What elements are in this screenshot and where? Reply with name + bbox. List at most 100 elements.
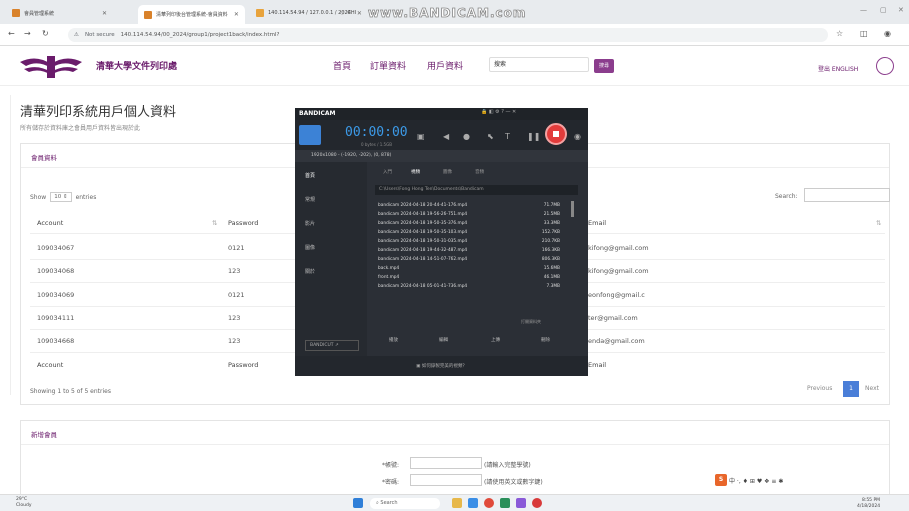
webcam-icon[interactable]: ▣	[417, 132, 425, 141]
screen-mode-icon[interactable]	[299, 125, 321, 145]
extensions-icon[interactable]: ◫	[860, 29, 868, 38]
back-icon[interactable]: ←	[8, 29, 15, 38]
sidebar-item-video[interactable]: 影片	[305, 220, 315, 227]
cell-email: kifong@gmail.com	[588, 244, 649, 252]
delete-button[interactable]: 刪除	[541, 337, 550, 343]
forward-icon[interactable]: →	[24, 29, 31, 38]
file-actions: 播放 編輯 上傳 刪除	[371, 333, 583, 347]
page-length-value: 10	[54, 194, 62, 200]
file-size: 21.5MB	[543, 212, 560, 217]
speaker-icon[interactable]: ◀	[443, 132, 449, 141]
file-size: 71.7MB	[543, 203, 560, 208]
sogou-ime-icon[interactable]: S	[715, 474, 727, 486]
logout-language-links[interactable]: 登出 ENGLISH	[818, 64, 858, 73]
bandicut-ad[interactable]: BANDICUT ↗	[305, 340, 359, 351]
file-explorer-icon[interactable]	[452, 498, 462, 508]
close-icon[interactable]: ✕	[102, 10, 107, 17]
tab-video[interactable]: 視頻	[411, 169, 420, 175]
file-name: bandicam 2024-04-18 19-50-31-035.mp4	[378, 239, 468, 244]
file-row[interactable]: bandicam 2024-04-18 20-44-41-176.mp4 71.7…	[378, 203, 568, 208]
minimize-icon[interactable]: —	[860, 6, 867, 14]
account-input[interactable]	[410, 457, 482, 469]
favicon-icon	[12, 9, 20, 17]
text-icon[interactable]: T	[505, 132, 510, 141]
site-search-button[interactable]: 搜尋	[594, 59, 614, 73]
pause-icon[interactable]: ❚❚	[527, 132, 540, 141]
file-size: 210.7KB	[541, 239, 560, 244]
close-icon[interactable]: ✕	[357, 10, 362, 17]
col-header-account[interactable]: Account	[37, 219, 63, 227]
close-icon[interactable]: ✕	[234, 11, 239, 18]
file-size: 7.3MB	[546, 284, 561, 289]
tab-getting-started[interactable]: 入門	[383, 169, 392, 175]
bandicam-sidebar: 首頁 常規 影片 圖像 關於 BANDICUT ↗	[295, 162, 367, 356]
tab-image[interactable]: 圖像	[443, 169, 452, 175]
site-search-input[interactable]: 搜索	[489, 57, 589, 72]
file-row[interactable]: bandicam 2024-04-18 14-51-07-762.mp4 806.…	[378, 257, 568, 262]
file-size: 33.3MB	[543, 221, 560, 226]
bandicam-taskbar-icon[interactable]	[532, 498, 542, 508]
nav-users[interactable]: 用戶資料	[427, 59, 463, 72]
file-row[interactable]: bandicam 2024-04-18 19-50-31-035.mp4 210.…	[378, 239, 568, 244]
url-field[interactable]: ⚠ Not secure 140.114.54.94/00_2024/group…	[68, 28, 828, 42]
edit-button[interactable]: 編輯	[439, 337, 448, 343]
bandicam-record-bar: 00:00:00 0 bytes / 1.5GB ▣ ◀ ● ⬉ T ❚❚ ◉	[295, 120, 588, 150]
file-row[interactable]: bandicam 2024-04-18 19-56-26-751.mp4 21.5…	[378, 212, 568, 217]
file-row[interactable]: front.mp4 46.1MB	[378, 275, 568, 280]
file-name: front.mp4	[378, 275, 400, 280]
nav-orders[interactable]: 訂單資料	[370, 59, 406, 72]
output-folder-path[interactable]: C:\Users\Fong Hong Ten\Documents\Bandica…	[375, 185, 578, 195]
start-icon[interactable]	[353, 498, 363, 508]
sort-icon[interactable]: ⇅	[212, 219, 217, 227]
sidebar-item-home[interactable]: 首頁	[305, 172, 315, 179]
sidebar-item-about[interactable]: 關於	[305, 268, 315, 275]
browser-edge-icon[interactable]	[468, 498, 478, 508]
browser-tab-active[interactable]: 清華列印後台管理系統-會員資料 ✕	[138, 5, 245, 24]
bandicam-main: 入門 視頻 圖像 音頻 C:\Users\Fong Hong Ten\Docum…	[371, 166, 583, 352]
ime-tools-icon[interactable]: 中 ·, ♦ ⊞ ♥ ❖ ≡ ✱	[729, 476, 783, 485]
reload-icon[interactable]: ↻	[42, 29, 49, 38]
bandicam-window-icons[interactable]: 🔒 ◧ ⚙ ? — ✕	[481, 109, 516, 115]
weather-widget[interactable]: 29°C Cloudy	[16, 497, 32, 509]
pager-next[interactable]: Next	[865, 381, 879, 397]
nav-home[interactable]: 首頁	[333, 59, 351, 72]
file-row[interactable]: bandicam 2024-04-18 19-50-35-376.mp4 33.3…	[378, 221, 568, 226]
play-button[interactable]: 播放	[389, 337, 398, 343]
pager-previous[interactable]: Previous	[807, 381, 832, 397]
security-label: Not secure	[84, 32, 115, 38]
file-row[interactable]: back.mp4 15.6MB	[378, 266, 568, 271]
file-row[interactable]: bandicam 2024-04-18 19-50-35-103.mp4 152.…	[378, 230, 568, 235]
table-search-input[interactable]	[804, 188, 890, 202]
open-folder-button[interactable]: 打開資料夾	[521, 319, 541, 325]
close-window-icon[interactable]: ✕	[898, 6, 904, 14]
stop-record-button[interactable]	[545, 123, 567, 145]
password-input[interactable]	[410, 474, 482, 486]
system-clock[interactable]: 8:55 PM 4/18/2024	[857, 498, 880, 510]
browser-tab[interactable]: ◌ CHI	[340, 6, 356, 20]
col-header-email[interactable]: Email	[588, 219, 606, 227]
bandicam-footer[interactable]: ▣ 如何錄製完美的視頻？	[295, 356, 588, 376]
vscode-icon[interactable]	[516, 498, 526, 508]
taskbar-search[interactable]: ⌕ Search	[370, 498, 440, 509]
ime-toolbar[interactable]: S 中 ·, ♦ ⊞ ♥ ❖ ≡ ✱	[715, 474, 783, 486]
page-length-select[interactable]: 10 ⇕	[50, 192, 72, 202]
sidebar-item-general[interactable]: 常規	[305, 196, 315, 203]
upload-button[interactable]: 上傳	[491, 337, 500, 343]
cursor-icon[interactable]: ⬉	[487, 132, 494, 141]
pager-current-page[interactable]: 1	[843, 381, 859, 397]
scrollbar[interactable]	[571, 201, 574, 217]
screenshot-icon[interactable]: ◉	[574, 132, 581, 141]
sidebar-item-image[interactable]: 圖像	[305, 244, 315, 251]
profile-icon[interactable]: ◉	[884, 29, 891, 38]
file-row[interactable]: bandicam 2024-04-18 19-44-32-487.mp4 166.…	[378, 248, 568, 253]
col-header-password[interactable]: Password	[228, 219, 258, 227]
sort-icon[interactable]: ⇅	[876, 219, 881, 227]
maximize-icon[interactable]: ▢	[880, 6, 887, 14]
tab-audio[interactable]: 音頻	[475, 169, 484, 175]
chrome-icon[interactable]	[484, 498, 494, 508]
bookmark-star-icon[interactable]: ☆	[836, 29, 843, 38]
app-icon[interactable]	[500, 498, 510, 508]
microphone-icon[interactable]: ●	[463, 132, 470, 141]
browser-tab[interactable]: 會員管理系統 ✕	[12, 6, 107, 20]
file-row[interactable]: bandicam 2024-04-18 05-01-41-736.mp4 7.3M…	[378, 284, 568, 289]
